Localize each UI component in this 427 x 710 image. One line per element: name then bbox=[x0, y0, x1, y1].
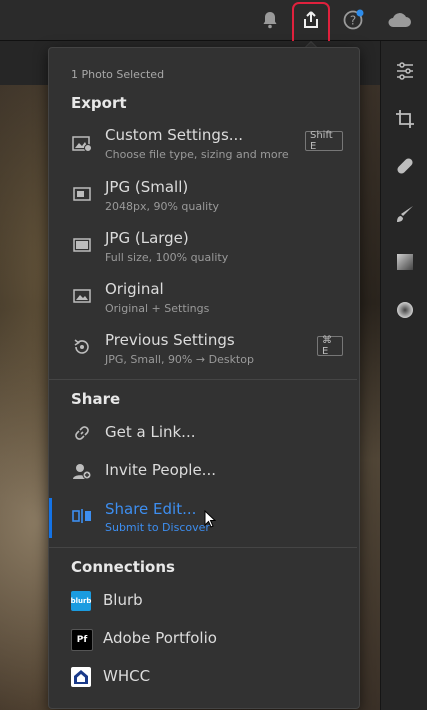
bell-icon[interactable] bbox=[256, 6, 284, 34]
item-label: Blurb bbox=[103, 591, 143, 609]
divider bbox=[49, 547, 357, 548]
connection-blurb[interactable]: blurb Blurb bbox=[49, 590, 357, 614]
connection-whcc[interactable]: WHCC bbox=[49, 666, 357, 690]
cloud-icon[interactable] bbox=[385, 6, 413, 34]
item-sublabel: JPG, Small, 90% → Desktop bbox=[105, 353, 254, 366]
divider bbox=[49, 379, 357, 380]
share-edit[interactable]: Share Edit... Submit to Discover bbox=[49, 500, 357, 540]
sliders-icon[interactable] bbox=[393, 59, 417, 83]
export-section-title: Export bbox=[71, 94, 127, 112]
share-section-title: Share bbox=[71, 390, 121, 408]
export-jpg-large[interactable]: JPG (Large) Full size, 100% quality bbox=[49, 229, 357, 269]
export-original[interactable]: Original Original + Settings bbox=[49, 280, 357, 320]
svg-text:?: ? bbox=[350, 14, 356, 28]
item-label: Custom Settings... bbox=[105, 126, 244, 144]
help-icon[interactable]: ? bbox=[339, 6, 367, 34]
item-sublabel: Submit to Discover bbox=[105, 521, 210, 534]
item-sublabel: Choose file type, sizing and more bbox=[105, 148, 289, 161]
link-icon bbox=[71, 422, 93, 444]
share-edit-icon bbox=[71, 505, 93, 527]
shortcut-badge: Shift E bbox=[305, 130, 343, 152]
item-label: Invite People... bbox=[105, 461, 216, 479]
invite-people-icon bbox=[71, 460, 93, 482]
mouse-cursor-icon bbox=[204, 509, 217, 532]
right-tool-panel bbox=[380, 41, 427, 710]
item-sublabel: Original + Settings bbox=[105, 302, 210, 315]
item-sublabel: 2048px, 90% quality bbox=[105, 200, 220, 213]
brush-icon[interactable] bbox=[393, 202, 417, 226]
selection-count: 1 Photo Selected bbox=[71, 68, 165, 81]
jpg-large-icon bbox=[71, 234, 93, 256]
previous-settings-icon bbox=[71, 336, 93, 358]
export-previous-settings[interactable]: Previous Settings JPG, Small, 90% → Desk… bbox=[49, 331, 357, 371]
shortcut-badge: ⌘ E bbox=[317, 335, 343, 357]
export-jpg-small[interactable]: JPG (Small) 2048px, 90% quality bbox=[49, 178, 357, 218]
connection-adobe-portfolio[interactable]: Pf Adobe Portfolio bbox=[49, 628, 357, 652]
share-export-menu: 1 Photo Selected Export Custom Settings.… bbox=[48, 47, 360, 709]
item-label: Original bbox=[105, 280, 164, 298]
custom-settings-icon bbox=[71, 133, 93, 155]
item-label: JPG (Small) bbox=[105, 178, 189, 196]
adobe-portfolio-logo: Pf bbox=[71, 629, 93, 651]
whcc-icon bbox=[71, 667, 91, 687]
original-icon bbox=[71, 285, 93, 307]
item-label: Previous Settings bbox=[105, 331, 235, 349]
item-label: Adobe Portfolio bbox=[103, 629, 217, 647]
item-sublabel: Full size, 100% quality bbox=[105, 251, 229, 264]
connections-section-title: Connections bbox=[71, 558, 175, 576]
top-toolbar: ? bbox=[0, 0, 427, 41]
healing-icon[interactable] bbox=[393, 154, 417, 178]
share-get-link[interactable]: Get a Link... bbox=[49, 422, 357, 448]
item-label: Get a Link... bbox=[105, 423, 196, 441]
export-custom-settings[interactable]: Custom Settings... Choose file type, siz… bbox=[49, 126, 357, 166]
jpg-small-icon bbox=[71, 183, 93, 205]
share-invite-people[interactable]: Invite People... bbox=[49, 460, 357, 486]
gradient-icon[interactable] bbox=[393, 250, 417, 274]
blurb-logo: blurb bbox=[71, 591, 91, 611]
radial-icon[interactable] bbox=[393, 298, 417, 322]
crop-icon[interactable] bbox=[393, 107, 417, 131]
item-label: Share Edit... bbox=[105, 500, 197, 518]
item-label: WHCC bbox=[103, 667, 151, 685]
item-label: JPG (Large) bbox=[105, 229, 189, 247]
